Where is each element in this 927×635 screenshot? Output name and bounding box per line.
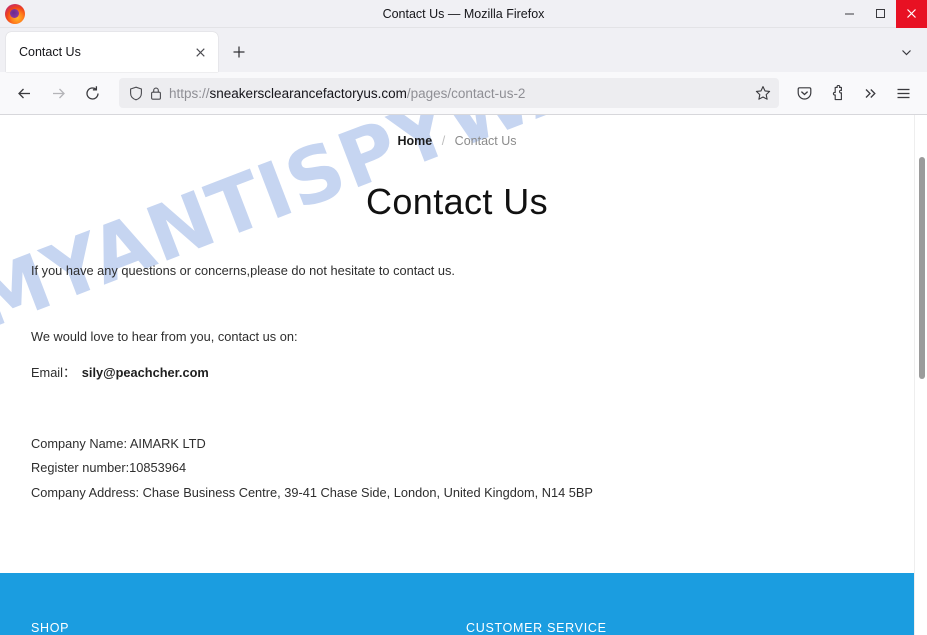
url-path: /pages/contact-us-2	[406, 85, 526, 101]
maximize-button[interactable]	[865, 0, 896, 28]
email-address[interactable]: sily@peachcher.com	[82, 365, 209, 380]
scrollbar-thumb[interactable]	[919, 157, 925, 379]
page-body: If you have any questions or concerns,pl…	[31, 262, 874, 502]
back-button[interactable]	[8, 77, 40, 109]
invite-paragraph: We would love to hear from you, contact …	[31, 328, 298, 344]
intro-paragraph: If you have any questions or concerns,pl…	[31, 263, 455, 278]
tab-strip: Contact Us	[0, 28, 927, 72]
bookmark-star-icon[interactable]	[755, 85, 773, 101]
breadcrumb-home-link[interactable]: Home	[397, 134, 432, 148]
new-tab-button[interactable]	[224, 37, 254, 67]
register-number: Register number:10853964	[31, 460, 187, 476]
navigation-toolbar: https://sneakersclearancefactoryus.com/p…	[0, 72, 927, 115]
footer-heading-shop: SHOP	[31, 621, 70, 635]
url-text[interactable]: https://sneakersclearancefactoryus.com/p…	[169, 86, 748, 101]
company-address: Company Address: Chase Business Centre, …	[31, 484, 593, 500]
breadcrumb: Home / Contact Us	[0, 115, 914, 148]
url-host: sneakersclearancefactoryus.com	[209, 85, 407, 101]
shield-icon[interactable]	[129, 86, 143, 101]
minimize-button[interactable]	[834, 0, 865, 28]
window-titlebar: Contact Us — Mozilla Firefox	[0, 0, 927, 28]
close-tab-icon[interactable]	[190, 42, 210, 62]
email-label: Email：	[31, 365, 76, 381]
address-bar[interactable]: https://sneakersclearancefactoryus.com/p…	[119, 78, 779, 108]
extensions-puzzle-icon[interactable]	[821, 77, 853, 109]
hamburger-menu-icon[interactable]	[887, 77, 919, 109]
window-title: Contact Us — Mozilla Firefox	[382, 6, 545, 21]
breadcrumb-current: Contact Us	[454, 134, 517, 148]
breadcrumb-separator: /	[441, 134, 446, 148]
lock-icon[interactable]	[150, 86, 162, 101]
footer-heading-customer-service: CUSTOMER SERVICE	[466, 621, 607, 635]
forward-button	[42, 77, 74, 109]
overflow-chevrons-icon[interactable]	[854, 77, 886, 109]
tab-title: Contact Us	[19, 45, 81, 59]
page-title: Contact Us	[365, 181, 549, 222]
firefox-logo-icon	[5, 3, 25, 24]
browser-tab[interactable]: Contact Us	[6, 32, 218, 72]
page-viewport: MYANTISPYWARE.COM Home / Contact Us Cont…	[0, 115, 927, 635]
page-content: Home / Contact Us Contact Us If you have…	[0, 115, 914, 502]
company-name: Company Name: AIMARK LTD	[31, 435, 206, 451]
company-details: Company Name: AIMARK LTD Register number…	[31, 435, 874, 503]
chevron-down-icon[interactable]	[891, 37, 921, 67]
pocket-icon[interactable]	[788, 77, 820, 109]
close-window-button[interactable]	[896, 0, 927, 28]
url-scheme: https://	[169, 85, 210, 101]
email-line: Email： sily@peachcher.com	[31, 364, 874, 383]
vertical-scrollbar[interactable]	[914, 115, 927, 635]
web-page: MYANTISPYWARE.COM Home / Contact Us Cont…	[0, 115, 914, 635]
site-footer: SHOP CUSTOMER SERVICE	[0, 573, 914, 635]
reload-button[interactable]	[76, 77, 108, 109]
window-controls	[834, 0, 927, 28]
toolbar-actions	[788, 77, 919, 109]
